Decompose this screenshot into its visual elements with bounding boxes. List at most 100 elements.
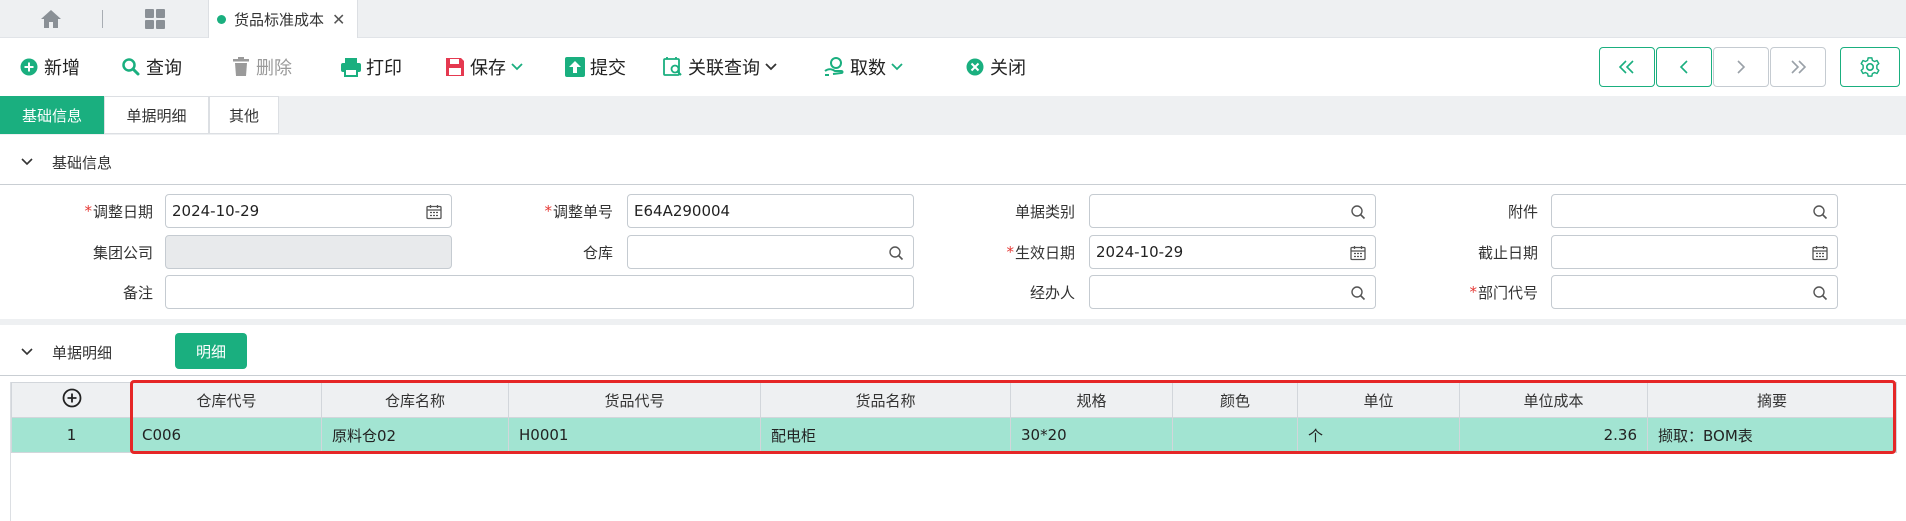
row-index: 1 xyxy=(11,417,132,453)
section-divider xyxy=(0,375,1906,376)
doc-type-field[interactable] xyxy=(1089,194,1376,228)
table-row[interactable]: 1 C006 原料仓02 H0001 配电柜 30*20 个 2.36 撷取：B… xyxy=(11,417,1897,453)
adjust-no-field[interactable]: E64A290004 xyxy=(627,194,914,228)
basic-info-section-header[interactable]: 基础信息 xyxy=(0,145,1906,179)
save-button[interactable]: 保存 xyxy=(444,52,524,82)
calendar-icon[interactable] xyxy=(425,203,443,221)
warehouse-field[interactable] xyxy=(627,235,914,269)
close-tab-icon[interactable]: ✕ xyxy=(332,10,345,29)
apps-grid-icon[interactable] xyxy=(140,6,170,32)
end-date-label: 截止日期 xyxy=(1477,243,1538,262)
first-record-button[interactable] xyxy=(1599,47,1655,87)
column-header-spec[interactable]: 规格 xyxy=(1010,382,1173,418)
print-button[interactable]: 打印 xyxy=(340,52,402,82)
basic-info-section-title: 基础信息 xyxy=(52,153,113,172)
trash-icon xyxy=(230,56,252,78)
previous-record-button[interactable] xyxy=(1656,47,1712,87)
detail-section-header[interactable]: 单据明细 xyxy=(0,335,1906,369)
section-divider xyxy=(0,184,1906,185)
cell-spec[interactable]: 30*20 xyxy=(1010,417,1173,453)
column-header-color[interactable]: 颜色 xyxy=(1172,382,1298,418)
column-header-item-name[interactable]: 货品名称 xyxy=(760,382,1011,418)
subtab-other[interactable]: 其他 xyxy=(209,96,279,134)
adjust-date-label: * 调整日期 xyxy=(40,194,153,228)
column-header-unit[interactable]: 单位 xyxy=(1297,382,1460,418)
plus-circle-icon xyxy=(18,56,40,78)
dept-code-field[interactable] xyxy=(1551,275,1838,309)
effective-date-field[interactable]: 2024-10-29 xyxy=(1089,235,1376,269)
adjust-date-label-text: 调整日期 xyxy=(92,202,153,221)
cell-warehouse-code[interactable]: C006 xyxy=(131,417,322,453)
column-header-unit-cost[interactable]: 单位成本 xyxy=(1459,382,1648,418)
group-company-label: 集团公司 xyxy=(92,243,153,262)
subtab-document-details[interactable]: 单据明细 xyxy=(104,96,209,134)
next-record-button[interactable] xyxy=(1713,47,1769,87)
related-query-button[interactable]: 关联查询 xyxy=(662,52,778,82)
cell-color[interactable] xyxy=(1172,417,1298,453)
column-header-summary[interactable]: 摘要 xyxy=(1647,382,1897,418)
calendar-icon[interactable] xyxy=(1349,244,1367,262)
record-navigation xyxy=(1599,47,1827,87)
submit-button[interactable]: 提交 xyxy=(564,52,626,82)
table-header-row: 仓库代号 仓库名称 货品代号 货品名称 规格 颜色 单位 单位成本 摘要 xyxy=(11,382,1897,418)
home-icon[interactable] xyxy=(36,6,66,32)
doc-type-label: 单据类别 xyxy=(1014,202,1075,221)
new-label: 新增 xyxy=(44,58,80,79)
adjust-date-value: 2024-10-29 xyxy=(172,202,260,220)
search-icon[interactable] xyxy=(1349,284,1367,302)
search-icon[interactable] xyxy=(1349,203,1367,221)
new-button[interactable]: 新增 xyxy=(18,52,80,82)
double-chevron-right-icon xyxy=(1791,60,1807,74)
cell-unit[interactable]: 个 xyxy=(1297,417,1460,453)
last-record-button[interactable] xyxy=(1770,47,1826,87)
submit-label: 提交 xyxy=(590,58,626,79)
search-icon[interactable] xyxy=(1811,203,1829,221)
add-row-button[interactable] xyxy=(11,382,132,418)
chevron-right-icon xyxy=(1737,60,1746,74)
required-marker: * xyxy=(544,202,552,220)
fetch-button[interactable]: 取数 xyxy=(824,52,904,82)
cell-item-name[interactable]: 配电柜 xyxy=(760,417,1011,453)
detail-tab-button[interactable]: 明细 xyxy=(175,333,247,369)
settings-button[interactable] xyxy=(1840,47,1900,87)
warehouse-label: 仓库 xyxy=(582,243,613,262)
query-button[interactable]: 查询 xyxy=(120,52,182,82)
end-date-field[interactable] xyxy=(1551,235,1838,269)
active-dot-icon xyxy=(217,14,226,24)
document-tab[interactable]: 货品标准成本 ✕ xyxy=(208,0,358,38)
column-header-warehouse-name[interactable]: 仓库名称 xyxy=(321,382,509,418)
close-button[interactable]: 关闭 xyxy=(964,52,1026,82)
delete-button[interactable]: 删除 xyxy=(230,52,292,82)
cell-item-code[interactable]: H0001 xyxy=(508,417,761,453)
cell-unit-cost[interactable]: 2.36 xyxy=(1459,417,1648,453)
required-marker: * xyxy=(84,202,92,220)
remark-label: 备注 xyxy=(122,283,153,302)
required-marker: * xyxy=(1006,243,1014,261)
effective-date-value: 2024-10-29 xyxy=(1096,243,1184,261)
save-label: 保存 xyxy=(470,58,506,79)
adjust-date-field[interactable]: 2024-10-29 xyxy=(165,194,452,228)
query-label: 查询 xyxy=(146,58,182,79)
detail-grid: 仓库代号 仓库名称 货品代号 货品名称 规格 颜色 单位 单位成本 摘要 1 C… xyxy=(10,382,1897,521)
cell-warehouse-name[interactable]: 原料仓02 xyxy=(321,417,509,453)
subtab-basic-info[interactable]: 基础信息 xyxy=(0,96,104,134)
chevron-down-icon xyxy=(510,62,524,72)
required-marker: * xyxy=(1469,283,1477,301)
attachment-field[interactable] xyxy=(1551,194,1838,228)
close-circle-icon xyxy=(964,56,986,78)
search-icon[interactable] xyxy=(887,244,905,262)
remark-field[interactable] xyxy=(165,275,914,309)
printer-icon xyxy=(340,56,362,78)
adjust-no-label-text: 调整单号 xyxy=(552,202,613,221)
print-label: 打印 xyxy=(366,58,402,79)
handler-field[interactable] xyxy=(1089,275,1376,309)
cell-summary[interactable]: 撷取：BOM表 xyxy=(1647,417,1897,453)
chevron-down-icon xyxy=(890,62,904,72)
column-header-warehouse-code[interactable]: 仓库代号 xyxy=(131,382,322,418)
column-header-item-code[interactable]: 货品代号 xyxy=(508,382,761,418)
subtab-bar xyxy=(0,96,1906,135)
calendar-icon[interactable] xyxy=(1811,244,1829,262)
search-icon[interactable] xyxy=(1811,284,1829,302)
upload-icon xyxy=(564,56,586,78)
document-search-icon xyxy=(662,56,684,78)
